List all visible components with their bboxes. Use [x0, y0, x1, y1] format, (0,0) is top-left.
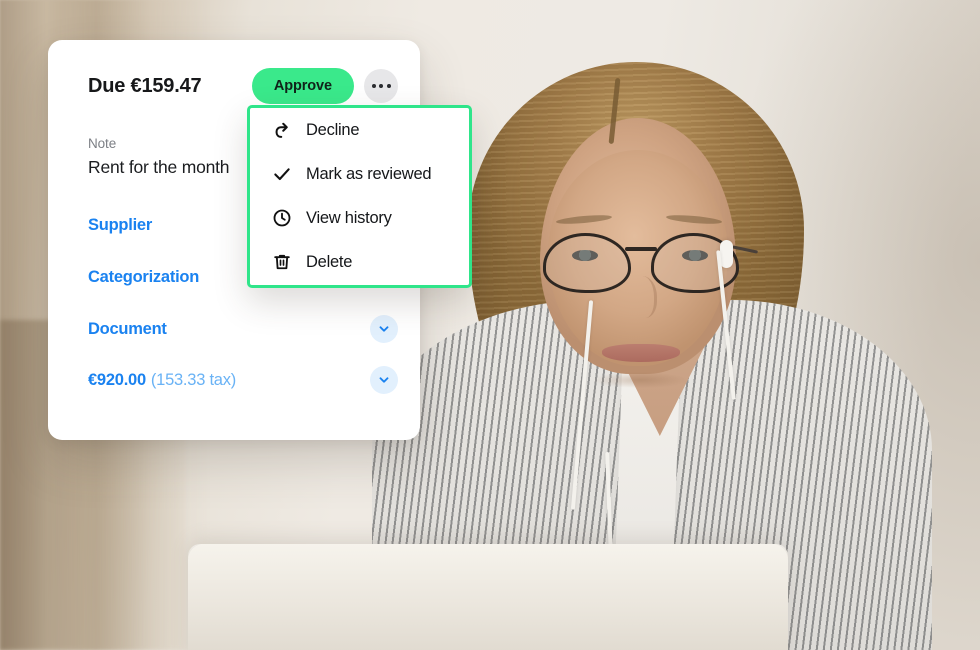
mouth	[602, 344, 680, 362]
menu-item-label: Delete	[306, 252, 353, 271]
check-icon	[274, 168, 290, 181]
more-horizontal-icon	[379, 84, 383, 88]
more-horizontal-icon	[386, 84, 391, 88]
amount-expand-button[interactable]	[370, 366, 398, 394]
menu-item-label: View history	[306, 208, 392, 227]
due-amount-label: Due €159.47	[88, 74, 202, 97]
amount-tax: (153.33 tax)	[150, 370, 236, 389]
document-link[interactable]: Document	[88, 320, 167, 339]
laptop-lid	[188, 544, 788, 650]
header-actions: Approve	[251, 68, 398, 104]
menu-item-decline[interactable]: Decline	[250, 108, 469, 152]
supplier-link[interactable]: Supplier	[88, 216, 152, 235]
earbud	[720, 240, 733, 268]
lens-left	[543, 233, 631, 293]
forward-arrow-icon	[275, 122, 288, 138]
categorization-link[interactable]: Categorization	[88, 268, 199, 287]
more-options-button[interactable]	[364, 69, 398, 103]
chin-shadow	[592, 372, 688, 388]
more-horizontal-icon	[371, 84, 376, 88]
trash-icon	[274, 254, 290, 270]
approve-button[interactable]: Approve	[251, 68, 354, 104]
screenshot-stage: Due €159.47 Approve Note Rent for the mo…	[0, 0, 980, 650]
document-expand-button[interactable]	[370, 315, 398, 343]
card-header: Due €159.47 Approve	[48, 68, 420, 104]
row-document[interactable]: Document	[88, 314, 398, 344]
chevron-down-icon	[379, 377, 389, 383]
row-amount[interactable]: €920.00 (153.33 tax)	[88, 365, 398, 395]
menu-item-mark-as-reviewed[interactable]: Mark as reviewed	[250, 152, 469, 196]
amount-value: €920.00	[88, 370, 146, 389]
menu-item-label: Mark as reviewed	[306, 164, 432, 183]
menu-item-label: Decline	[306, 120, 360, 139]
context-menu: Decline Mark as reviewed View history De…	[247, 105, 472, 288]
eyeglasses	[543, 233, 759, 293]
chevron-down-icon	[379, 326, 389, 332]
menu-item-delete[interactable]: Delete	[250, 240, 469, 284]
clock-icon	[273, 209, 291, 227]
glasses-bridge	[625, 247, 657, 251]
menu-item-view-history[interactable]: View history	[250, 196, 469, 240]
